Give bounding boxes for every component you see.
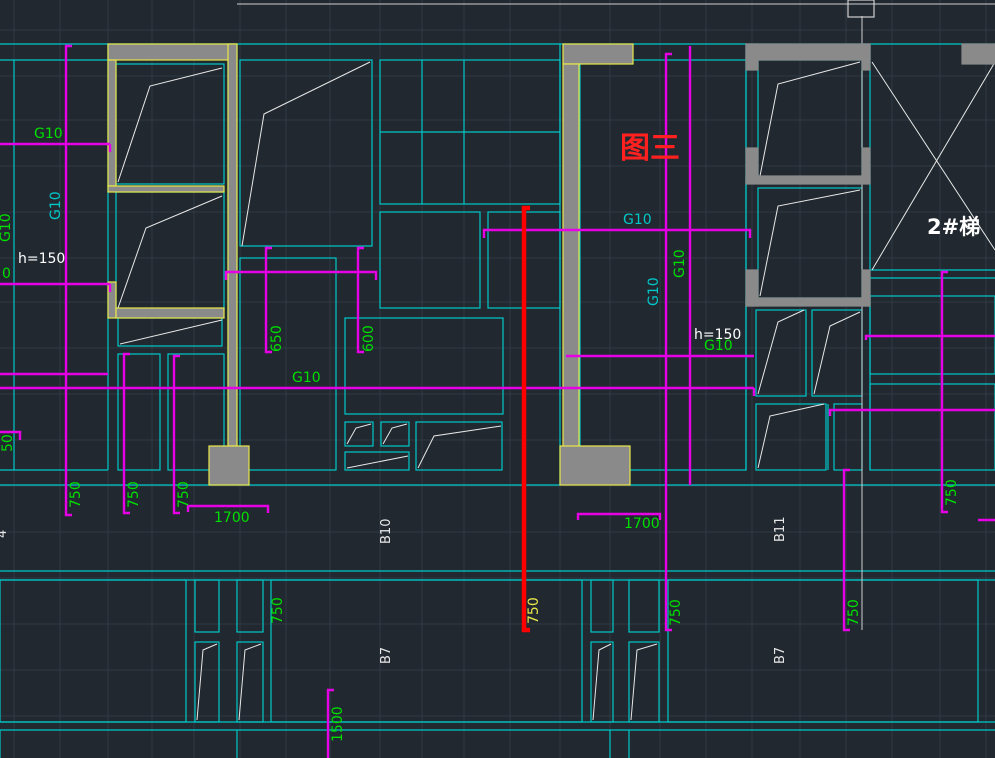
dimension-label: 750 (526, 597, 542, 624)
rebar-label: 0 (2, 266, 11, 282)
floor-plan-drawing: 图三 2#梯 h=150 h=150 G10 G10 G10 G10 0 G10… (0, 0, 995, 758)
dimension-label: 50 (0, 434, 16, 452)
stair-label: 2#梯 (927, 215, 980, 239)
dimension-label: 1500 (330, 706, 346, 742)
opening-diagonals (117, 16, 995, 721)
rebar-label: G10 (646, 277, 662, 306)
dimension-label: 750 (944, 479, 960, 506)
rebar-label: G10 (623, 212, 652, 228)
beam-label: B7 (379, 647, 394, 664)
beam-label: B10 (379, 519, 394, 544)
dimension-label: 650 (269, 325, 285, 352)
beam-label: 4 (0, 530, 10, 538)
dimension-label: 1700 (214, 510, 250, 526)
dimension-label: 750 (68, 481, 84, 508)
dimension-label: 750 (846, 599, 862, 626)
beam-label: B7 (773, 647, 788, 664)
dimension-label: 600 (361, 325, 377, 352)
annotations: 图三 2#梯 h=150 h=150 G10 G10 G10 G10 0 G10… (0, 126, 980, 742)
dimension-label: 750 (176, 481, 192, 508)
height-label-left: h=150 (18, 251, 65, 267)
rebar-label: G10 (34, 126, 63, 142)
rebar-label: G10 (0, 213, 14, 242)
cad-drawing-canvas[interactable]: 图三 2#梯 h=150 h=150 G10 G10 G10 G10 0 G10… (0, 0, 995, 758)
rebar-label: G10 (292, 370, 321, 386)
dimension-label: 750 (270, 597, 286, 624)
background-grid (0, 0, 995, 758)
dimension-label: 750 (126, 481, 142, 508)
rebar-label: G10 (48, 191, 64, 220)
figure-title: 图三 (620, 131, 680, 166)
rebar-label: G10 (704, 338, 733, 354)
beam-label: B11 (773, 517, 788, 542)
rebar-label: G10 (672, 249, 688, 278)
highlighted-rebar (521, 205, 530, 633)
dimension-label: 1700 (624, 516, 660, 532)
dimension-label: 750 (668, 599, 684, 626)
